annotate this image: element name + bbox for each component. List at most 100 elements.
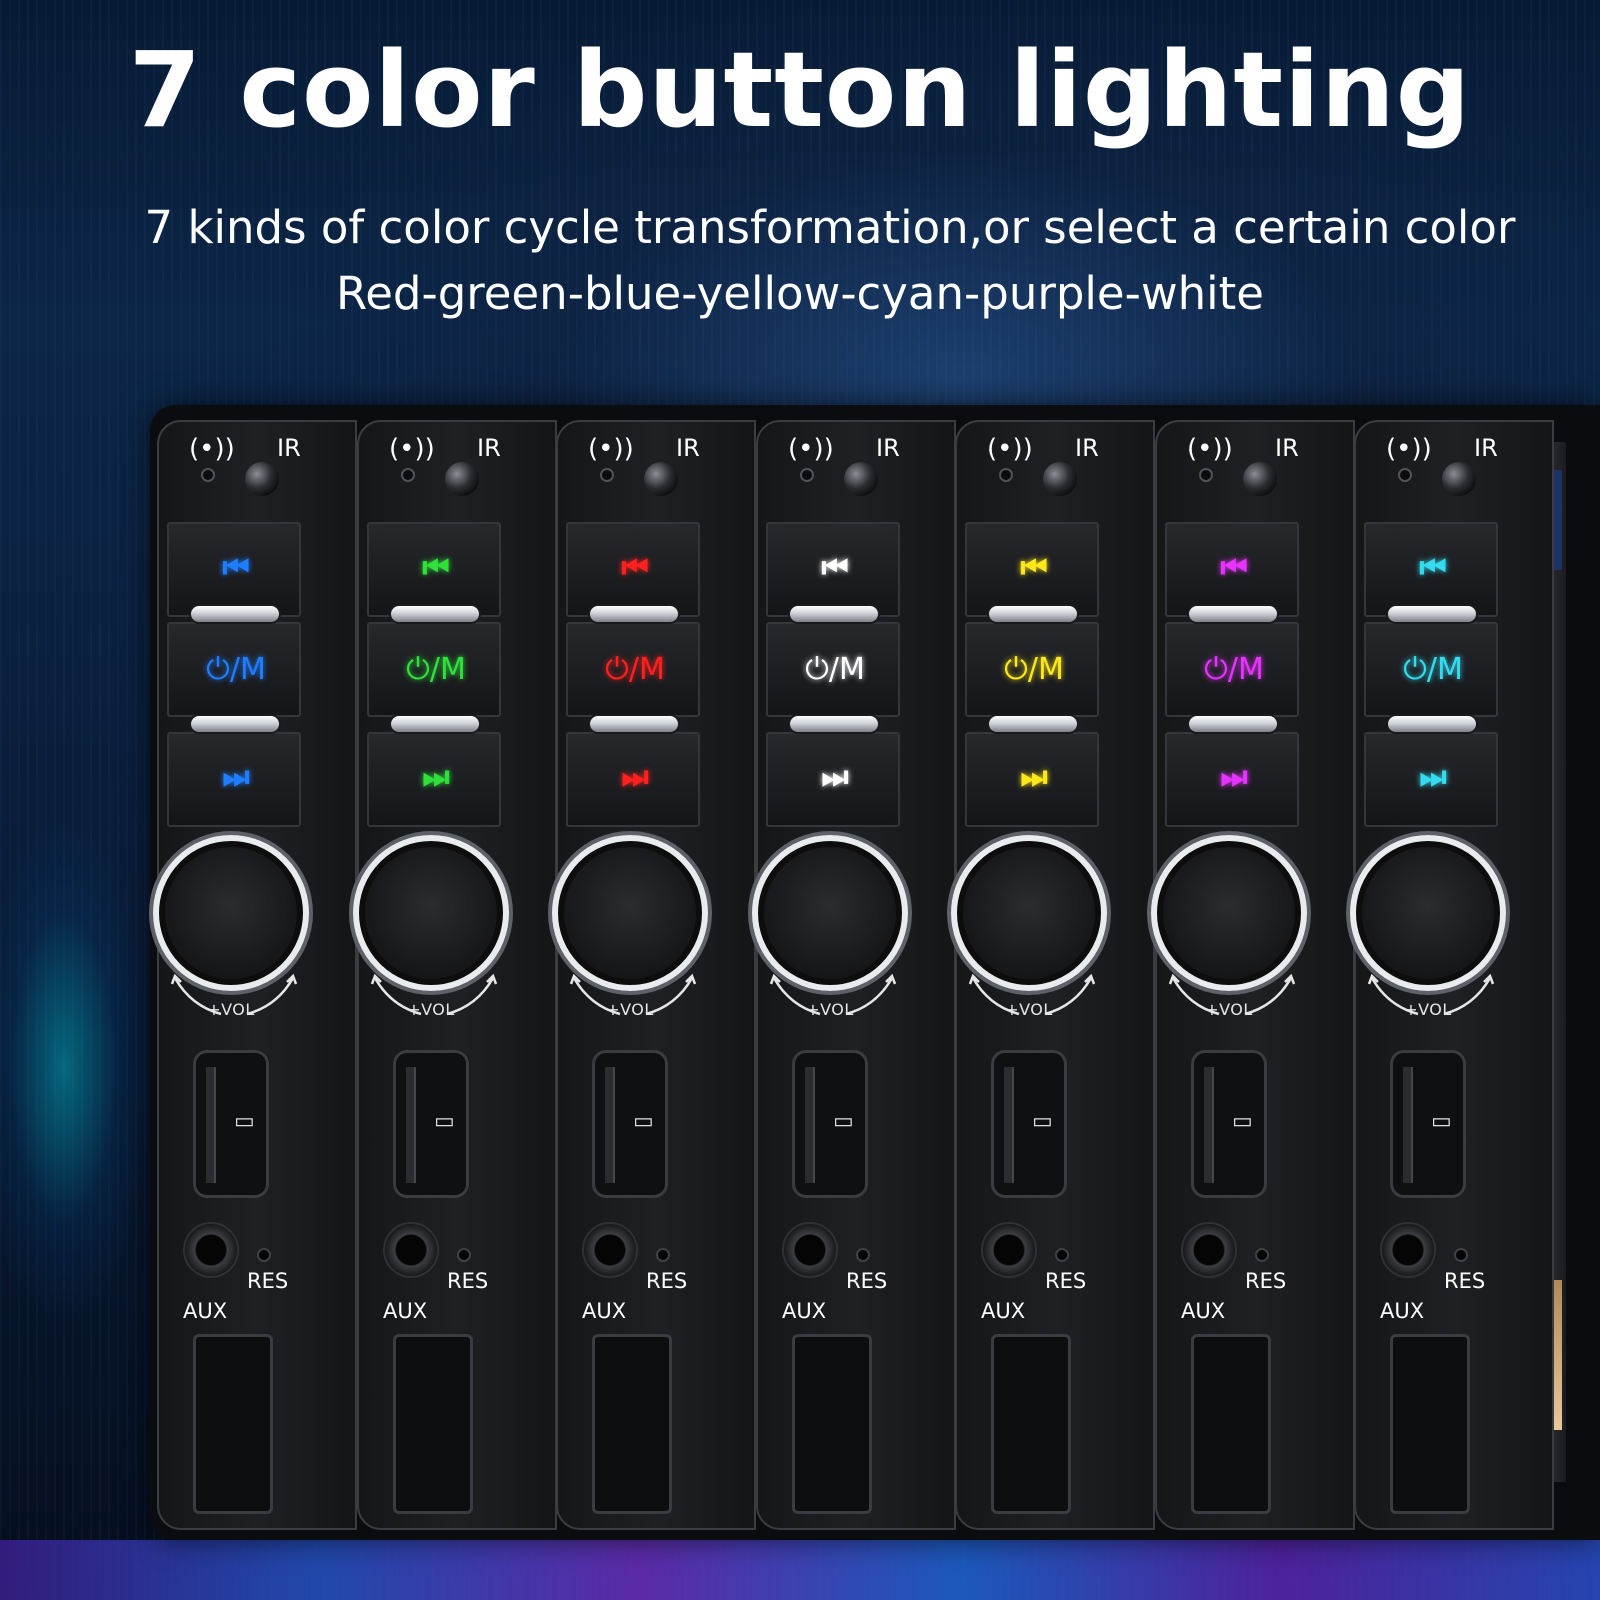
mic-hole [401,468,415,482]
previous-track-button[interactable]: ⏮ [167,522,301,617]
next-track-icon: ⏭ [422,760,450,795]
power-mode-button[interactable]: ⏻/M [167,622,301,717]
previous-track-button[interactable]: ⏮ [1364,522,1498,617]
volume-knob[interactable] [752,835,908,991]
sd-card-slot[interactable]: ▭ [1390,1050,1466,1198]
next-track-button[interactable]: ⏭ [965,732,1099,827]
mic-hole [1199,468,1213,482]
previous-track-button[interactable]: ⏮ [965,522,1099,617]
reset-label: RES [846,1269,888,1293]
sd-slot-opening [1204,1067,1214,1183]
next-track-button[interactable]: ⏭ [367,732,501,827]
aux-label: AUX [1380,1299,1425,1323]
volume-label: +VOL- [1404,1000,1458,1019]
aux-input-jack[interactable] [981,1222,1037,1278]
volume-label: +VOL- [207,1000,261,1019]
head-unit-panel-yellow: (•)) IR ⏮ ⏻/M ⏭ +VOL- ▭ RES AUX [951,420,1167,1530]
reset-button[interactable] [1255,1248,1269,1262]
reset-button[interactable] [457,1248,471,1262]
usb-port[interactable] [792,1334,872,1514]
sd-card-slot[interactable]: ▭ [991,1050,1067,1198]
usb-port[interactable] [991,1334,1071,1514]
power-mode-button[interactable]: ⏻/M [766,622,900,717]
ir-receiver-sensor [245,462,279,496]
previous-track-button[interactable]: ⏮ [1165,522,1299,617]
head-unit-panel-purple: (•)) IR ⏮ ⏻/M ⏭ +VOL- ▭ RES AUX [1151,420,1367,1530]
head-unit-panel-white: (•)) IR ⏮ ⏻/M ⏭ +VOL- ▭ RES AUX [752,420,968,1530]
volume-knob[interactable] [951,835,1107,991]
previous-track-button[interactable]: ⏮ [367,522,501,617]
volume-knob[interactable] [153,835,309,991]
mic-hole [999,468,1013,482]
chrome-pill-divider [788,604,880,624]
sd-card-slot[interactable]: ▭ [393,1050,469,1198]
volume-knob[interactable] [552,835,708,991]
sd-card-slot[interactable]: ▭ [1191,1050,1267,1198]
power-mode-button[interactable]: ⏻/M [965,622,1099,717]
next-track-icon: ⏭ [1020,760,1048,795]
aux-input-jack[interactable] [782,1222,838,1278]
chrome-pill-divider [189,714,281,734]
usb-port[interactable] [393,1334,473,1514]
power-mode-button[interactable]: ⏻/M [367,622,501,717]
chrome-pill-divider [788,714,880,734]
aux-input-jack[interactable] [183,1222,239,1278]
aux-label: AUX [782,1299,827,1323]
usb-port[interactable] [1191,1334,1271,1514]
head-unit-panel-cyan: (•)) IR ⏮ ⏻/M ⏭ +VOL- ▭ RES AUX [1350,420,1566,1530]
subtitle-line-2: Red-green-blue-yellow-cyan-purple-white [336,267,1264,320]
power-mode-label: ⏻/M [406,652,466,687]
reset-button[interactable] [1454,1248,1468,1262]
reset-button[interactable] [856,1248,870,1262]
ir-label: IR [876,434,900,462]
previous-track-button[interactable]: ⏮ [566,522,700,617]
next-track-button[interactable]: ⏭ [1364,732,1498,827]
reset-button[interactable] [656,1248,670,1262]
next-track-button[interactable]: ⏭ [1165,732,1299,827]
aux-input-jack[interactable] [582,1222,638,1278]
volume-knob[interactable] [1151,835,1307,991]
aux-input-jack[interactable] [383,1222,439,1278]
chrome-pill-divider [987,604,1079,624]
ir-label: IR [676,434,700,462]
volume-label: +VOL- [606,1000,660,1019]
wireless-signal-icon: (•)) [389,434,435,464]
usb-port[interactable] [1390,1334,1470,1514]
sd-card-icon: ▭ [833,1109,854,1134]
reset-button[interactable] [1055,1248,1069,1262]
sd-card-slot[interactable]: ▭ [592,1050,668,1198]
usb-port[interactable] [592,1334,672,1514]
chrome-pill-divider [1187,714,1279,734]
sd-card-icon: ▭ [1232,1109,1253,1134]
aux-input-jack[interactable] [1181,1222,1237,1278]
next-track-button[interactable]: ⏭ [167,732,301,827]
head-unit-panel-blue: (•)) IR ⏮ ⏻/M ⏭ +VOL- ▭ RES AUX [153,420,369,1530]
ir-label: IR [1474,434,1498,462]
usb-port[interactable] [193,1334,273,1514]
aux-input-jack[interactable] [1380,1222,1436,1278]
wireless-signal-icon: (•)) [1386,434,1432,464]
reset-button[interactable] [257,1248,271,1262]
ir-receiver-sensor [1442,462,1476,496]
power-mode-button[interactable]: ⏻/M [1364,622,1498,717]
power-mode-button[interactable]: ⏻/M [566,622,700,717]
next-track-icon: ⏭ [1220,760,1248,795]
next-track-button[interactable]: ⏭ [766,732,900,827]
chrome-pill-divider [987,714,1079,734]
background-glow [0,760,160,1320]
volume-label: +VOL- [1205,1000,1259,1019]
volume-label: +VOL- [806,1000,860,1019]
ir-receiver-sensor [1243,462,1277,496]
volume-knob[interactable] [1350,835,1506,991]
next-track-button[interactable]: ⏭ [566,732,700,827]
wireless-signal-icon: (•)) [987,434,1033,464]
chrome-pill-divider [389,604,481,624]
chrome-pill-divider [1386,604,1478,624]
sd-card-slot[interactable]: ▭ [193,1050,269,1198]
sd-card-slot[interactable]: ▭ [792,1050,868,1198]
power-mode-button[interactable]: ⏻/M [1165,622,1299,717]
volume-label: +VOL- [407,1000,461,1019]
faceplate: (•)) IR ⏮ ⏻/M ⏭ +VOL- ▭ RES AUX [353,420,557,1530]
previous-track-button[interactable]: ⏮ [766,522,900,617]
volume-knob[interactable] [353,835,509,991]
